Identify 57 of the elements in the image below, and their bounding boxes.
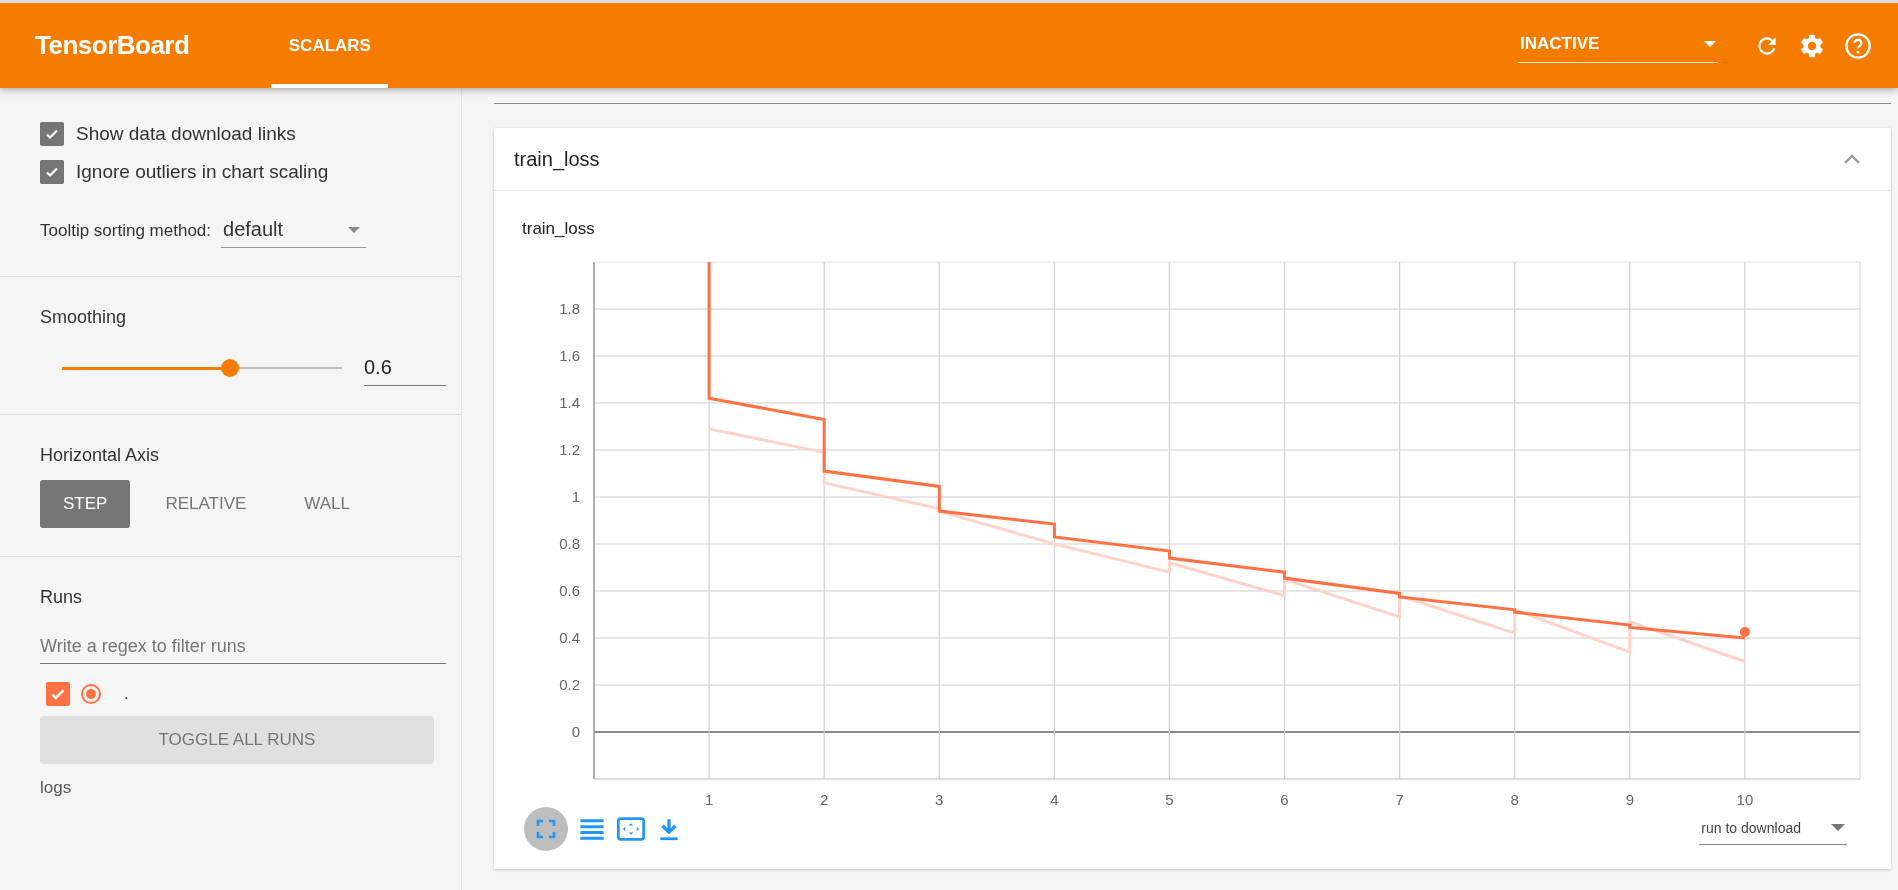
x-tick-label: 1 bbox=[704, 791, 714, 808]
y-tick-label: 0.8 bbox=[559, 535, 580, 552]
run-label: . bbox=[124, 684, 129, 704]
fullscreen-toggle-icon[interactable] bbox=[524, 807, 568, 851]
y-tick-label: 1.8 bbox=[559, 300, 580, 317]
run-to-download-dropdown[interactable]: run to download bbox=[1699, 813, 1847, 845]
section-title: Smoothing bbox=[40, 307, 128, 328]
y-tick-label: 0.2 bbox=[559, 676, 580, 693]
y-tick-label: 0.6 bbox=[559, 582, 580, 599]
axis-option-button[interactable]: STEP bbox=[40, 480, 131, 528]
x-tick-label: 10 bbox=[1736, 791, 1754, 808]
chart-title: train_loss bbox=[522, 219, 596, 239]
section-title: Runs bbox=[40, 587, 84, 608]
smoothing-slider[interactable] bbox=[62, 359, 342, 377]
caret-icon bbox=[348, 226, 361, 233]
run-color-radio[interactable] bbox=[80, 683, 102, 705]
toggle-all-runs-button[interactable]: TOGGLE ALL RUNS bbox=[40, 716, 434, 764]
run-filter-field[interactable]: Write a regex to filter runs bbox=[40, 630, 446, 664]
option-label: Ignore outliers in chart scaling bbox=[76, 161, 329, 183]
caret-icon bbox=[1831, 824, 1845, 831]
section-title: Horizontal Axis bbox=[40, 445, 161, 466]
x-tick-label: 6 bbox=[1280, 791, 1289, 808]
axis-option-button[interactable]: RELATIVE bbox=[142, 480, 270, 528]
y-tick-label: 1.2 bbox=[559, 441, 580, 458]
tooltip-sorting-label: Tooltip sorting method: bbox=[40, 221, 212, 241]
checkbox[interactable] bbox=[40, 160, 64, 184]
x-axis: 1 2 3 4 5 6 7 8 9 10 bbox=[593, 778, 1861, 807]
x-tick-label: 8 bbox=[1510, 791, 1519, 808]
y-tick-label: 0 bbox=[571, 723, 580, 740]
caret-icon bbox=[1704, 41, 1716, 47]
run-status-dropdown[interactable]: INACTIVE bbox=[1518, 28, 1718, 63]
y-axis: 0 0.2 0.4 0.6 0.8 1 1.2 1.4 1.6 1.8 bbox=[559, 261, 595, 780]
x-tick-label: 5 bbox=[1165, 791, 1174, 808]
option-label: Show data download links bbox=[76, 123, 296, 145]
log-directory-label: logs bbox=[40, 778, 73, 798]
collapse-icon[interactable] bbox=[1843, 153, 1861, 165]
x-tick-label: 9 bbox=[1625, 791, 1634, 808]
tooltip-sorting-dropdown[interactable]: default bbox=[221, 214, 367, 248]
x-tick-label: 4 bbox=[1050, 791, 1059, 808]
help-icon[interactable] bbox=[1844, 31, 1872, 60]
x-tick-label: 2 bbox=[820, 791, 829, 808]
fit-domain-icon[interactable] bbox=[616, 815, 646, 843]
x-tick-label: 7 bbox=[1395, 791, 1404, 808]
y-tick-label: 1 bbox=[571, 488, 580, 505]
run-checkbox[interactable] bbox=[46, 682, 70, 706]
slider-thumb[interactable] bbox=[221, 359, 239, 377]
axis-option-button[interactable]: WALL bbox=[281, 480, 373, 528]
y-tick-label: 1.6 bbox=[559, 347, 580, 364]
checkbox[interactable] bbox=[40, 122, 64, 146]
y-tick-label: 1.4 bbox=[559, 394, 580, 411]
tab[interactable]: SCALARS bbox=[271, 7, 389, 88]
x-tick-label: 3 bbox=[935, 791, 944, 808]
card-title: train_loss bbox=[514, 147, 600, 171]
app-title: TensorBoard bbox=[35, 30, 190, 61]
point-marker bbox=[1739, 627, 1750, 637]
smoothing-value-field[interactable]: 0.6 bbox=[364, 350, 446, 386]
y-tick-label: 0.4 bbox=[559, 629, 580, 646]
